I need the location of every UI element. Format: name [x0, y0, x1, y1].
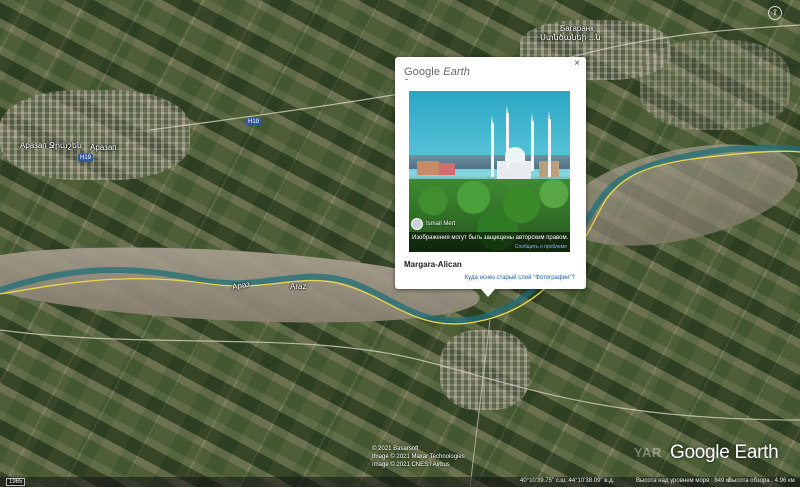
- photo-building: [439, 163, 455, 175]
- minaret: [548, 111, 551, 177]
- brand-google: Google: [404, 66, 441, 78]
- town-label-top-right-sub[interactable]: Ստնծանեի ...ն: [540, 33, 601, 42]
- status-bar: 40°10'39.75" с.ш. 44°10'38.09" в.д. Высо…: [0, 477, 800, 487]
- author-name[interactable]: Ismail Mert: [426, 221, 455, 227]
- minaret: [531, 113, 534, 171]
- minaret: [506, 105, 509, 169]
- popup-brand: Google Earth: [404, 66, 470, 78]
- brand-divider: [405, 79, 408, 80]
- photo-author-row: Ismail Mert: [409, 217, 570, 231]
- road-shield-h19-west: H19: [78, 154, 94, 162]
- coordinates-readout: 40°10'39.75" с.ш. 44°10'38.09" в.д.: [520, 478, 615, 484]
- google-earth-wordmark: Google Earth: [670, 442, 779, 463]
- photo-title: Margara-Alican: [404, 260, 462, 269]
- river-label-mid: Araz: [290, 282, 307, 291]
- imagery-date-badge: 1965: [6, 478, 26, 486]
- road-south: [0, 329, 800, 421]
- navigation-arrow-icon[interactable]: ⇧: [768, 6, 782, 20]
- town-label-top-right[interactable]: Багаранк: [560, 24, 594, 33]
- elevation-readout: Высота над уровнем моря : 849 м: [636, 478, 731, 484]
- attribution-line-2: Image © 2021 Maxar Technologies: [372, 454, 465, 460]
- minaret: [491, 115, 494, 177]
- close-icon[interactable]: ×: [574, 58, 580, 70]
- photo-building: [417, 161, 439, 175]
- photos-layer-help-link[interactable]: Куда исчез старый слой "Фотографии"?: [465, 275, 575, 281]
- mosque-photo[interactable]: Ismail Mert Изображения могут быть защищ…: [409, 91, 570, 252]
- photo-copyright-bar: Изображения могут быть защищены авторски…: [409, 232, 570, 252]
- report-link[interactable]: Сообщить о проблеме: [515, 244, 567, 250]
- wordmark-ghost: YAR: [634, 445, 662, 460]
- town-label-left-2[interactable]: Аразап: [90, 143, 117, 152]
- mosque-body: [497, 161, 531, 179]
- attribution-line-3: Image © 2021 CNES / Airbus: [372, 462, 450, 468]
- popup-tail: [480, 288, 496, 297]
- town-label-left-1[interactable]: Аразап Ջրաշեն: [20, 141, 82, 150]
- brand-earth: Earth: [443, 66, 471, 78]
- attribution-line-1: © 2021 Basarsoft: [372, 446, 419, 452]
- author-avatar: [411, 218, 423, 230]
- copyright-text: Изображения могут быть защищены авторски…: [412, 235, 569, 241]
- eye-altitude-readout: Высота обзора : 4.96 км: [728, 478, 795, 484]
- photo-popup: × Google Earth Ismail Mert Изображения м…: [395, 57, 586, 289]
- road-shield-h19-north: H19: [246, 118, 262, 126]
- road-bridge: [469, 319, 491, 487]
